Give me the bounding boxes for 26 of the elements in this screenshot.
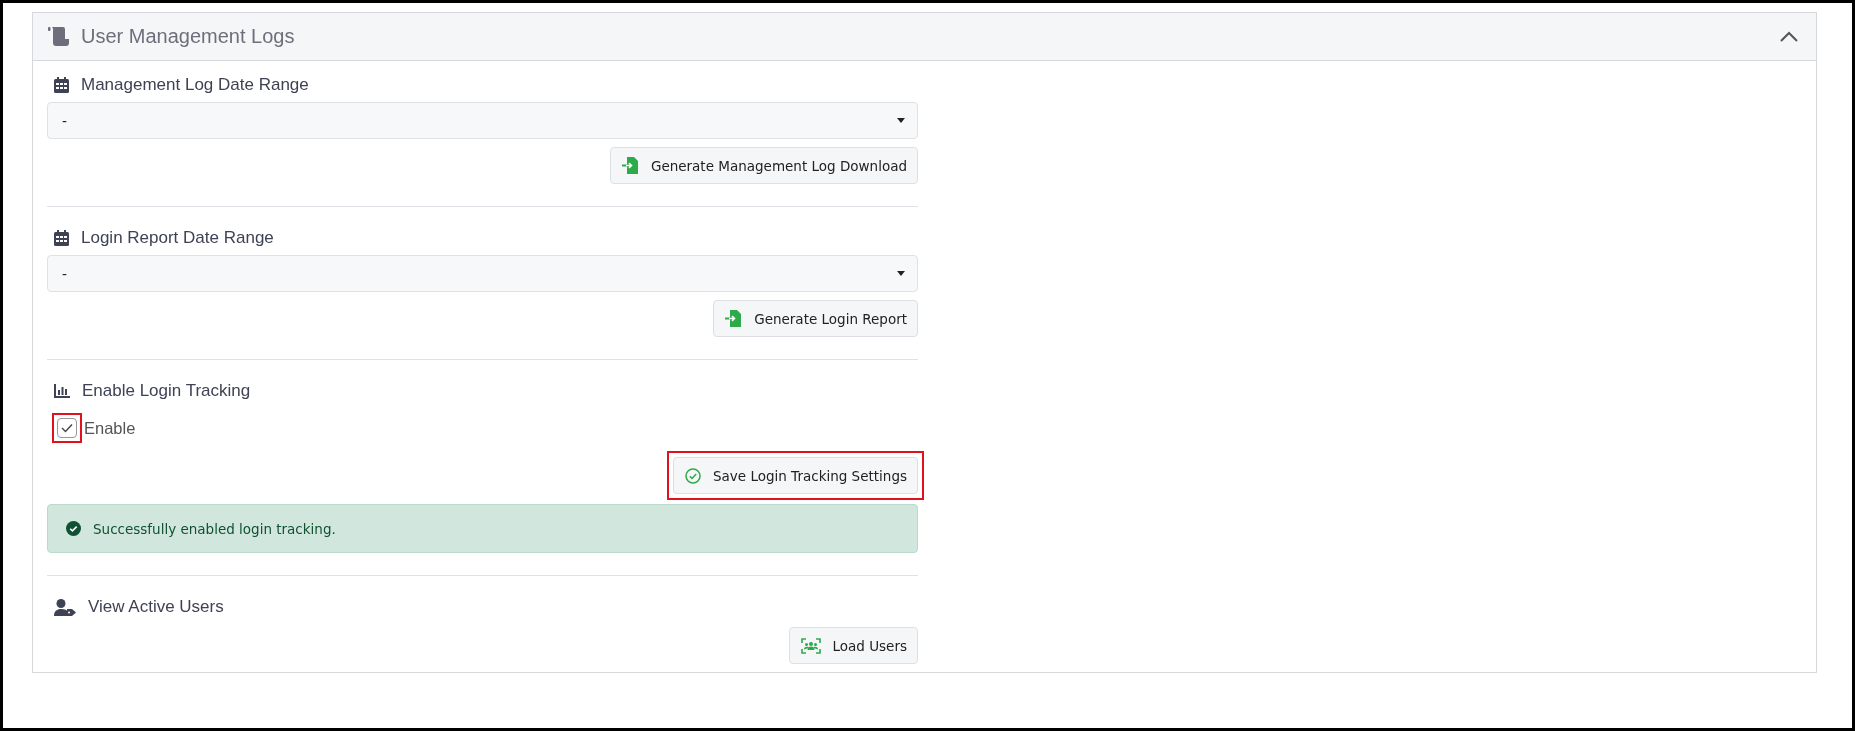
bar-chart-icon xyxy=(54,384,70,398)
action-button[interactable]: Save Login Tracking Settings xyxy=(673,457,918,494)
date-range-select[interactable]: - xyxy=(47,102,918,139)
date-range-select[interactable]: - xyxy=(47,255,918,292)
check-mark-icon xyxy=(61,423,73,433)
section-title: Enable Login Tracking xyxy=(82,381,251,401)
file-import-icon xyxy=(621,157,639,174)
action-button[interactable]: Generate Management Log Download xyxy=(609,147,918,184)
checkbox-label: Enable xyxy=(84,418,136,438)
dropdown-caret-icon xyxy=(897,271,905,276)
action-button[interactable]: Generate Login Report xyxy=(713,300,918,337)
check-circle-icon xyxy=(685,467,701,484)
dropdown-caret-icon xyxy=(897,118,905,123)
action-button[interactable]: Load Users xyxy=(788,627,918,664)
section-title: View Active Users xyxy=(88,597,224,617)
alert-message: Successfully enabled login tracking. xyxy=(93,520,336,537)
calendar-icon xyxy=(54,230,69,246)
check-circle-icon xyxy=(66,521,81,536)
section-title: Management Log Date Range xyxy=(81,75,309,95)
user-tag-icon xyxy=(54,598,76,616)
users-scan-icon xyxy=(800,637,821,654)
section-title: Login Report Date Range xyxy=(81,228,274,248)
file-import-icon xyxy=(725,310,743,327)
calendar-icon xyxy=(54,77,69,93)
scroll-icon xyxy=(48,27,69,46)
panel-title: User Management Logs xyxy=(81,25,296,48)
